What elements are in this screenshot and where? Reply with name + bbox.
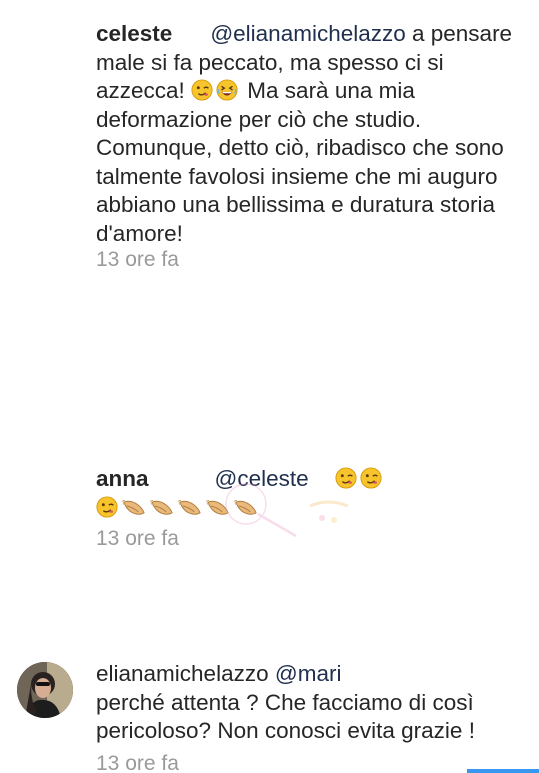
comment-text: celeste @elianamichelazzo a pensare male … — [96, 20, 526, 248]
comment-username[interactable]: celeste — [96, 21, 172, 46]
comment-username[interactable]: anna — [96, 466, 149, 491]
comment-mention[interactable]: @elianamichelazzo — [210, 21, 405, 46]
comment-text: elianamichelazzo @mari perché attenta ? … — [96, 660, 526, 746]
comment-timestamp: 13 ore fa — [96, 527, 179, 550]
comment-timestamp: 13 ore fa — [96, 752, 179, 773]
winking-face-icon — [191, 79, 213, 101]
comment-mention[interactable]: @mari — [275, 661, 342, 686]
avatar[interactable] — [17, 662, 73, 718]
clapping-hands-icon — [177, 498, 202, 518]
grinning-squinting-face-icon — [216, 79, 238, 101]
comment-text-body: perché attenta ? Che facciamo di così pe… — [96, 689, 475, 744]
clapping-hands-icon — [121, 498, 146, 518]
comment-username[interactable]: elianamichelazzo — [96, 661, 269, 686]
comment-body: celeste @elianamichelazzo a pensare male … — [96, 20, 526, 248]
comment-body: elianamichelazzo @mari perché attenta ? … — [96, 660, 526, 746]
clapping-hands-icon — [149, 498, 174, 518]
winking-face-icon — [96, 496, 118, 518]
scroll-indicator — [467, 769, 539, 773]
comment-timestamp: 13 ore fa — [96, 248, 179, 271]
watermark-logo — [225, 483, 349, 538]
comment-text-part-2: Ma sarà una mia deformazione per ciò che… — [96, 78, 504, 246]
avatar-image — [17, 662, 73, 718]
